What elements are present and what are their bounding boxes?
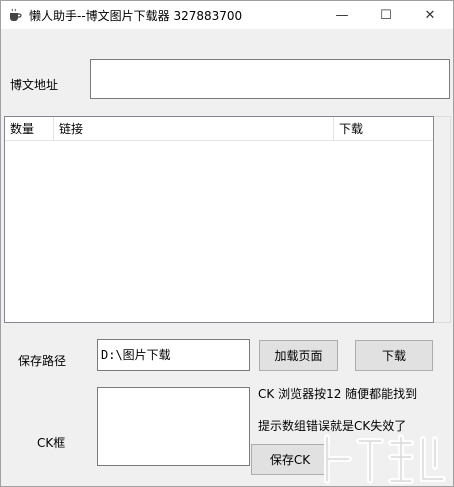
ck-hint-text: CK 浏览器按12 随便都能找到 (258, 387, 418, 401)
column-header-count[interactable]: 数量 (5, 117, 54, 141)
column-header-download[interactable]: 下载 (334, 117, 433, 141)
list-header: 数量 链接 下载 (5, 117, 433, 141)
ck-input[interactable] (97, 387, 250, 466)
save-ck-button[interactable]: 保存CK (251, 444, 329, 475)
blog-url-label: 博文地址 (10, 78, 59, 92)
download-button[interactable]: 下载 (355, 340, 433, 371)
close-button[interactable]: ✕ (408, 1, 452, 29)
save-path-label: 保存路径 (18, 354, 67, 368)
load-page-button[interactable]: 加载页面 (259, 340, 338, 371)
title-bar[interactable]: 懒人助手--博文图片下载器 327883700 — ☐ ✕ (1, 1, 453, 29)
app-window: 懒人助手--博文图片下载器 327883700 — ☐ ✕ 博文地址 数量 链接… (0, 0, 454, 487)
window-title: 懒人助手--博文图片下载器 327883700 (29, 9, 243, 23)
site-logo-icon (319, 431, 454, 487)
blog-url-input[interactable] (90, 59, 450, 99)
image-list[interactable]: 数量 链接 下载 (4, 116, 434, 323)
minimize-button[interactable]: — (320, 1, 364, 29)
save-path-input[interactable]: D:\图片下载 (97, 339, 250, 371)
list-scrollbar[interactable] (434, 116, 451, 323)
coffee-cup-icon (7, 7, 23, 23)
column-header-link[interactable]: 链接 (54, 117, 334, 141)
ck-label: CK框 (37, 436, 66, 450)
maximize-button[interactable]: ☐ (364, 1, 408, 29)
